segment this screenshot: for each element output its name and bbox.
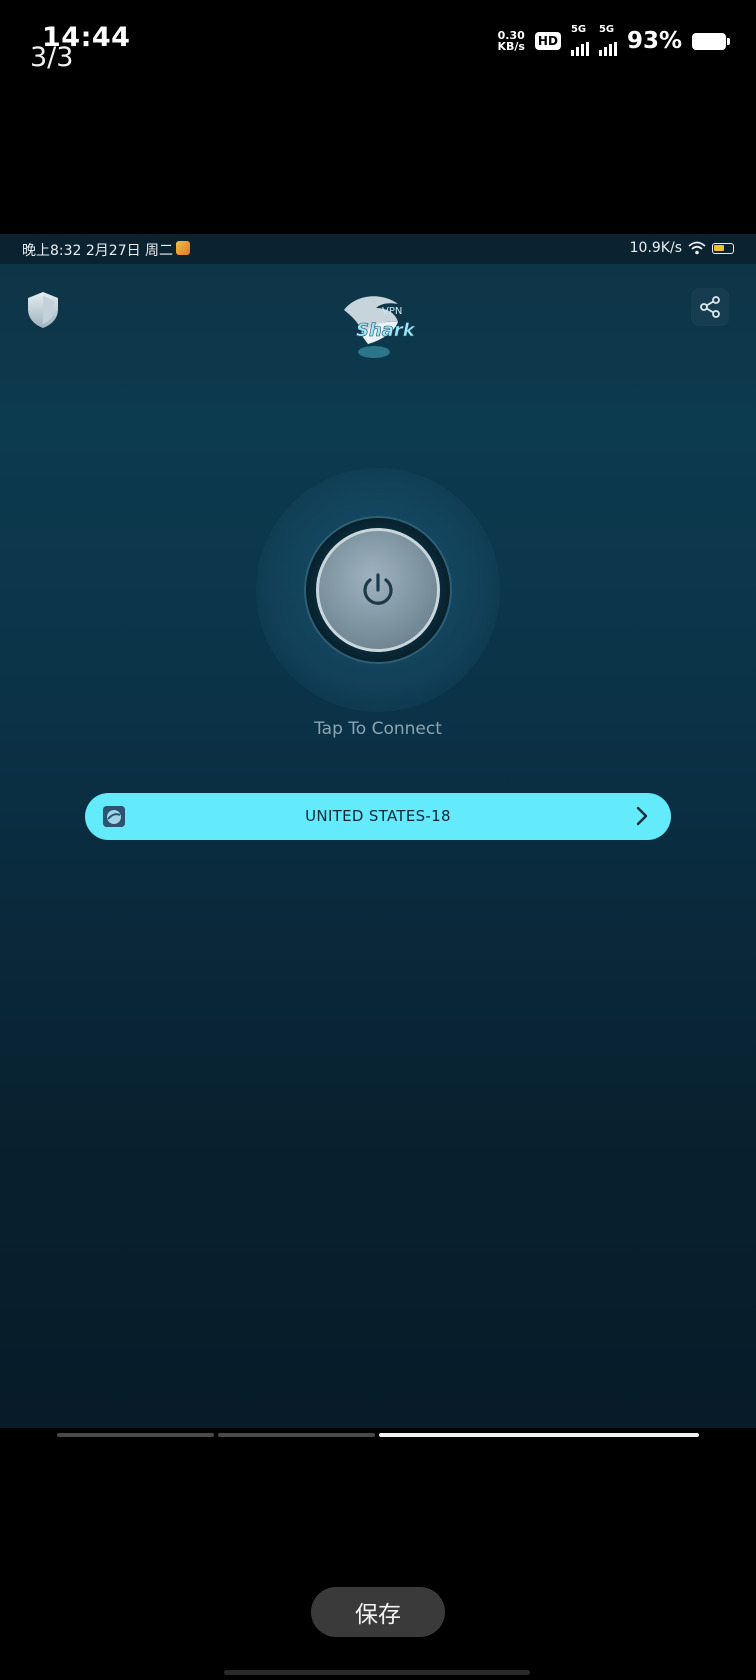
server-name: UNITED STATES-18 [305, 807, 451, 825]
share-button[interactable] [691, 288, 729, 326]
hd-voice-badge: HD [534, 32, 561, 50]
net-speed-unit: KB/s [497, 40, 525, 53]
vpn-shark-logo: VPN Shark [338, 290, 420, 362]
server-selector[interactable]: UNITED STATES-18 [85, 793, 671, 840]
power-icon [363, 573, 393, 605]
vpn-app-screenshot: 晚上8:32 2月27日 周二 10.9K/s VPN Shark Tap To… [0, 234, 756, 1428]
gallery-page-bar[interactable] [57, 1433, 214, 1437]
gallery-page-bars [57, 1433, 699, 1437]
inner-status-icons: 10.9K/s [630, 240, 734, 256]
gallery-page-bar-active[interactable] [379, 1433, 699, 1437]
inner-datetime: 晚上8:32 2月27日 周二 [22, 243, 174, 259]
logo-shark-text: Shark [356, 320, 416, 341]
image-viewer: 14:44 3/3 0.30 KB/s HD 5G 5G 93% 晚上8:32 … [0, 0, 756, 1680]
sim1-network-label: 5G [570, 24, 587, 35]
battery-icon [692, 32, 730, 50]
chevron-right-icon [636, 806, 648, 826]
signal-sim1-icon: 5G [570, 24, 589, 56]
logo-vpn-text: VPN [382, 306, 402, 317]
page-indicator: 3/3 [30, 42, 74, 73]
notification-app-icon [176, 241, 190, 255]
connect-power-button[interactable] [316, 528, 440, 652]
wifi-icon [688, 241, 706, 255]
outer-status-bar: 14:44 3/3 0.30 KB/s HD 5G 5G 93% [0, 0, 756, 80]
gallery-page-bar[interactable] [218, 1433, 375, 1437]
shield-button[interactable] [24, 290, 62, 330]
sim2-network-label: 5G [598, 24, 615, 35]
inner-status-bar: 晚上8:32 2月27日 周二 10.9K/s [0, 234, 756, 264]
save-button[interactable]: 保存 [311, 1587, 445, 1637]
home-indicator[interactable] [224, 1670, 530, 1675]
shield-icon [28, 292, 58, 328]
battery-percent: 93% [626, 28, 682, 54]
inner-net-speed: 10.9K/s [629, 240, 682, 256]
share-icon [700, 296, 720, 318]
network-speed: 0.30 KB/s [497, 30, 524, 52]
tap-to-connect-label: Tap To Connect [314, 719, 442, 739]
signal-sim2-icon: 5G [598, 24, 617, 56]
outer-status-icons: 0.30 KB/s HD 5G 5G 93% [497, 24, 730, 56]
inner-battery-icon [712, 242, 734, 254]
